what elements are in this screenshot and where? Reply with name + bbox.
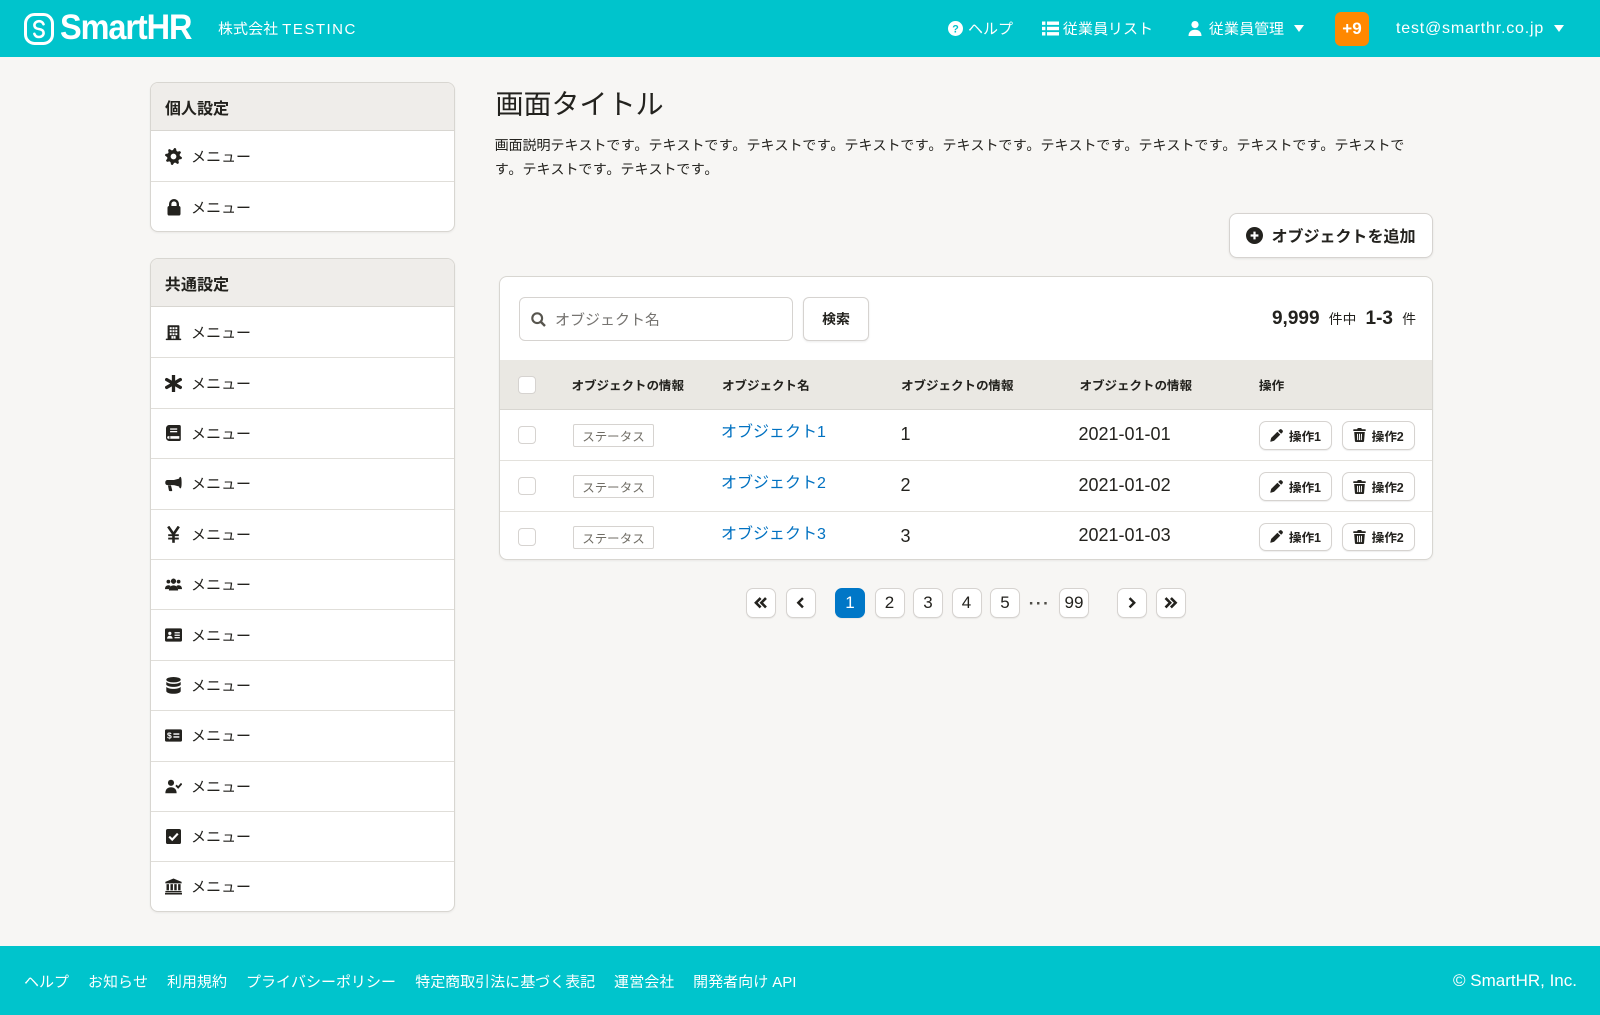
svg-text:$: $: [167, 731, 172, 741]
svg-text:?: ?: [952, 23, 959, 35]
